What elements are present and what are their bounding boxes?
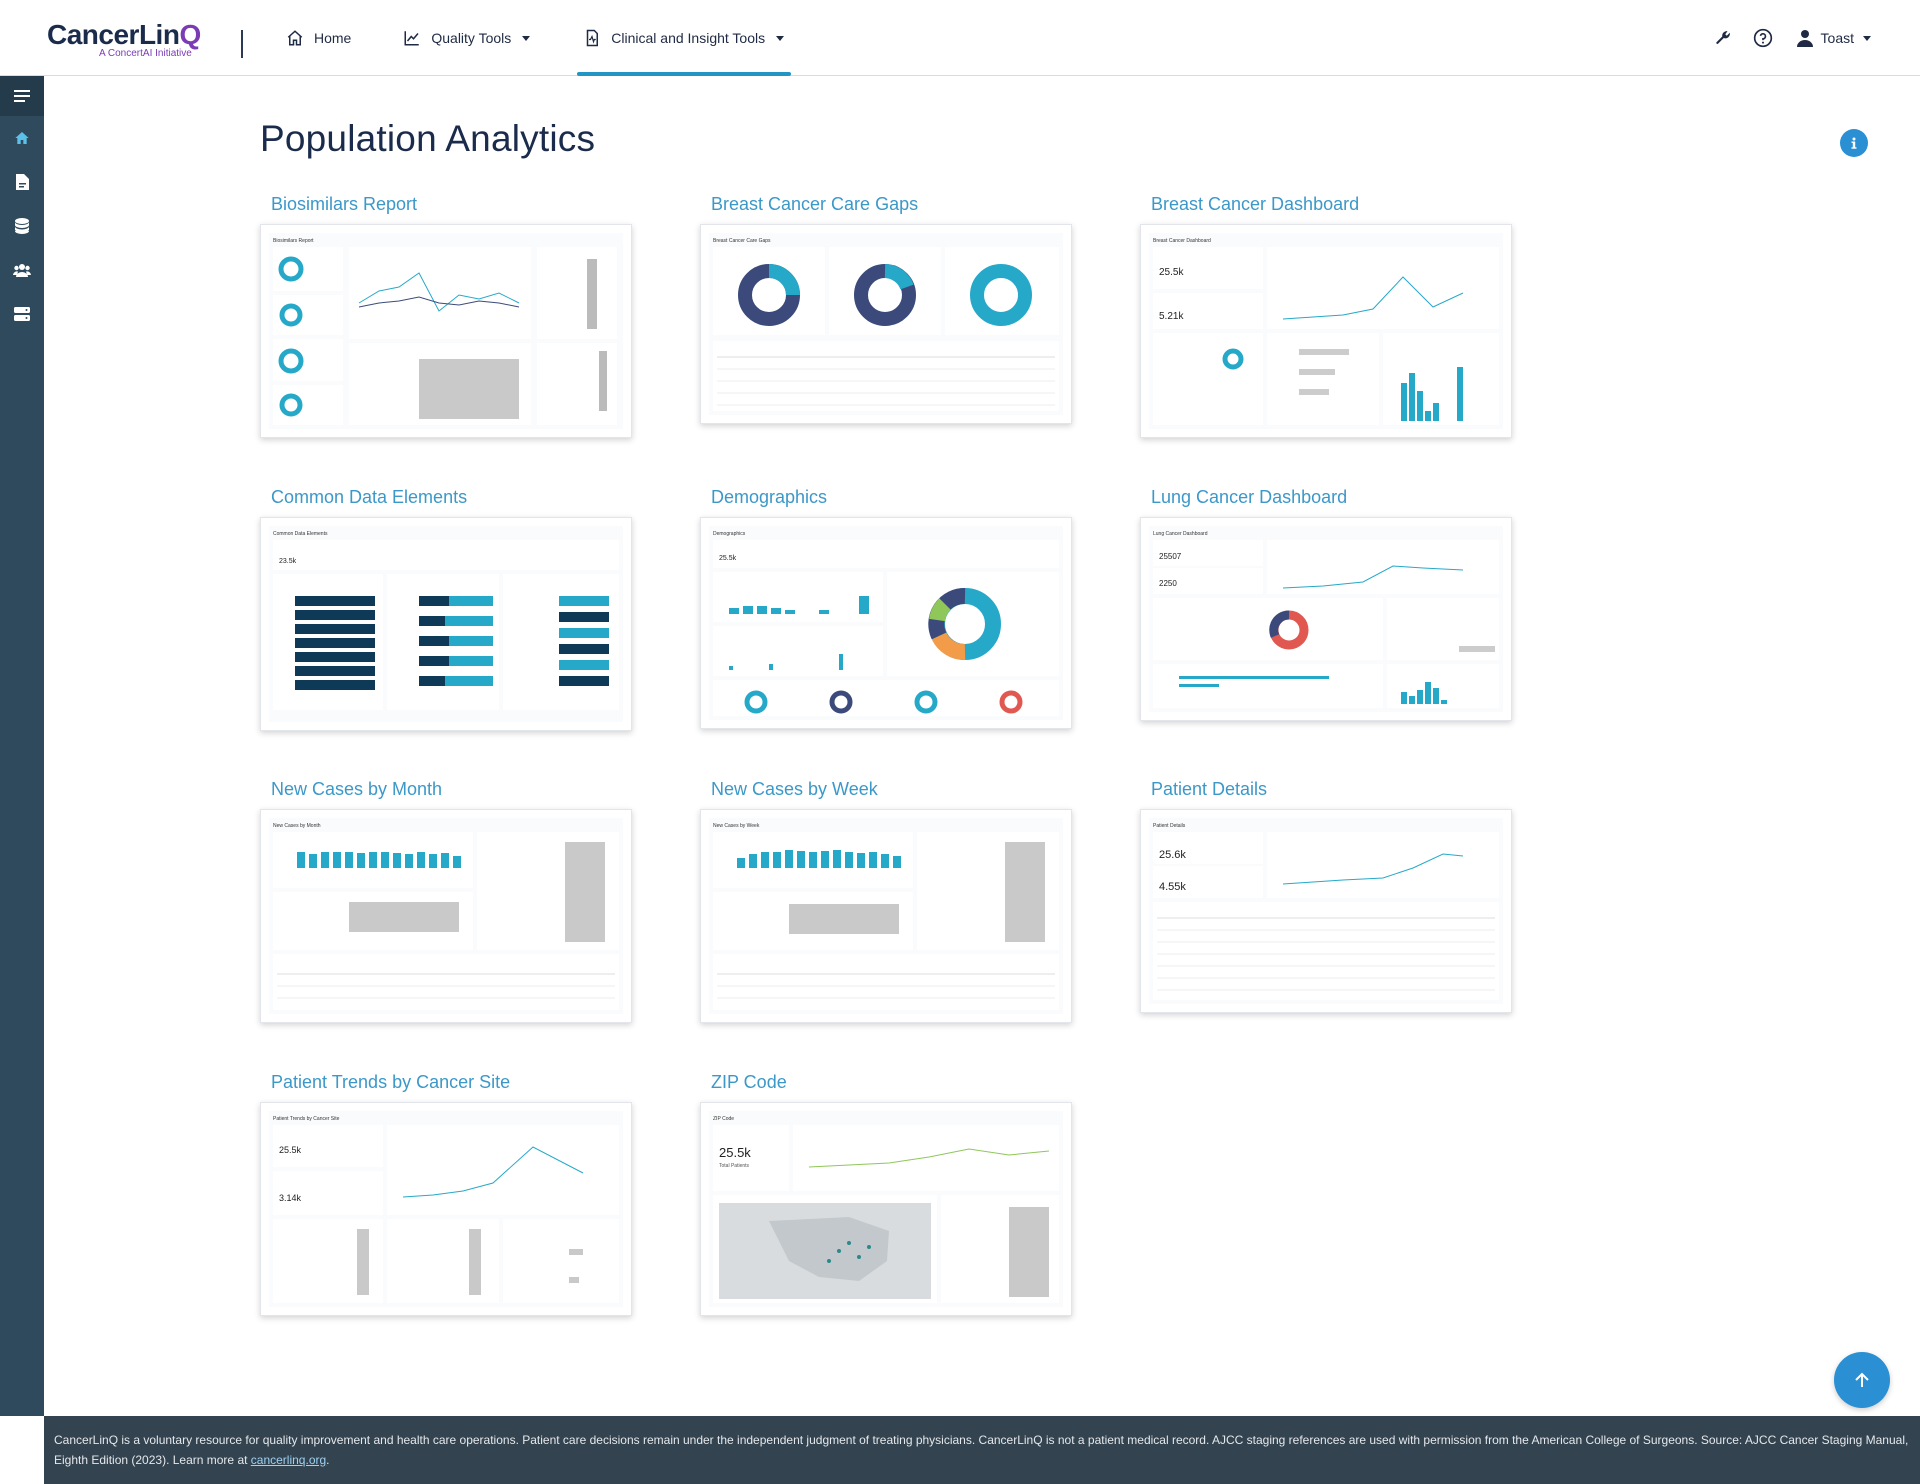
card-title-new-cases-by-week[interactable]: New Cases by Week <box>711 779 878 800</box>
back-to-top-button[interactable] <box>1834 1352 1890 1408</box>
thumb-title: Demographics <box>713 531 746 537</box>
thumb-title: Lung Cancer Dashboard <box>1153 531 1208 537</box>
header-right: Toast <box>1695 0 1872 76</box>
card-patient-details[interactable]: Patient Details 25.6k 4.55k <box>1140 809 1512 1013</box>
document-icon[interactable] <box>0 160 44 204</box>
card-biosimilars-report[interactable]: Biosimilars Report <box>260 224 632 438</box>
thumb-title: New Cases by Month <box>273 823 321 829</box>
card-title-common-data-elements[interactable]: Common Data Elements <box>271 487 467 508</box>
thumb-title: New Cases by Week <box>713 823 760 829</box>
card-title-lung-cancer-dashboard[interactable]: Lung Cancer Dashboard <box>1151 487 1347 508</box>
thumb-stat-total: 25.5k <box>719 555 737 562</box>
card-title-new-cases-by-month[interactable]: New Cases by Month <box>271 779 442 800</box>
wrench-icon[interactable] <box>1711 26 1735 50</box>
card-title-zip-code[interactable]: ZIP Code <box>711 1072 787 1093</box>
nav-home-label: Home <box>314 30 352 46</box>
biosimilars-report-thumbnail: Biosimilars Report <box>269 233 623 429</box>
patient-details-thumbnail: Patient Details 25.6k 4.55k <box>1149 818 1503 1004</box>
common-data-elements-thumbnail: Common Data Elements 23.5k <box>269 526 623 722</box>
card-new-cases-by-week[interactable]: New Cases by Week <box>700 809 1072 1023</box>
card-patient-trends-by-cancer-site[interactable]: Patient Trends by Cancer Site 25.5k 3.14… <box>260 1102 632 1316</box>
nav-home[interactable]: Home <box>276 0 361 76</box>
new-cases-by-week-thumbnail: New Cases by Week <box>709 818 1063 1014</box>
thumb-title: Patient Details <box>1153 823 1186 829</box>
page-title: Population Analytics <box>260 118 596 159</box>
users-icon[interactable] <box>0 248 44 292</box>
logo-subtitle: A ConcertAI Initiative <box>99 48 192 59</box>
patient-trends-thumbnail: Patient Trends by Cancer Site 25.5k 3.14… <box>269 1111 623 1307</box>
user-icon <box>1796 30 1813 47</box>
card-title-demographics[interactable]: Demographics <box>711 487 827 508</box>
footer-end: . <box>326 1453 330 1467</box>
thumb-stat-secondary: 4.55k <box>1159 881 1186 893</box>
database-icon[interactable] <box>0 204 44 248</box>
caret-down-icon <box>1863 36 1871 41</box>
thumb-stat-secondary: 2250 <box>1159 579 1177 588</box>
card-demographics[interactable]: Demographics 25.5k <box>700 517 1072 729</box>
card-lung-cancer-dashboard[interactable]: Lung Cancer Dashboard 25507 2250 <box>1140 517 1512 721</box>
card-title-breast-cancer-care-gaps[interactable]: Breast Cancer Care Gaps <box>711 194 918 215</box>
thumb-stat-secondary: 3.14k <box>279 1193 302 1203</box>
thumb-stat-secondary: 5.21k <box>1159 311 1184 322</box>
thumb-title: Breast Cancer Care Gaps <box>713 238 771 244</box>
nav-quality-tools-label: Quality Tools <box>431 30 512 46</box>
zip-code-thumbnail: ZIP Code 25.5k Total Patients <box>709 1111 1063 1307</box>
nav-quality-tools[interactable]: Quality Tools <box>393 0 541 76</box>
arrow-up-icon <box>1855 1372 1869 1387</box>
new-cases-by-month-thumbnail: New Cases by Month <box>269 818 623 1014</box>
card-title-biosimilars-report[interactable]: Biosimilars Report <box>271 194 417 215</box>
user-name: Toast <box>1820 30 1854 46</box>
breast-cancer-care-gaps-thumbnail: Breast Cancer Care Gaps <box>709 233 1063 415</box>
nav-clinical-insight-tools[interactable]: Clinical and Insight Tools <box>573 0 795 76</box>
top-header: CancerLinQ A ConcertAI Initiative Home Q… <box>0 0 1920 76</box>
card-breast-cancer-care-gaps[interactable]: Breast Cancer Care Gaps <box>700 224 1072 424</box>
thumb-title: Breast Cancer Dashboard <box>1153 238 1211 244</box>
chart-line-icon <box>404 31 420 46</box>
nav-clinical-insight-tools-label: Clinical and Insight Tools <box>611 30 766 46</box>
thumb-stat-total: 25.5k <box>1159 267 1184 278</box>
thumb-stat-total: 23.5k <box>279 558 297 565</box>
left-sidebar <box>0 76 44 1416</box>
thumb-title: Biosimilars Report <box>273 238 314 244</box>
footer-disclaimer: CancerLinQ is a voluntary resource for q… <box>54 1433 1909 1467</box>
footer: CancerLinQ is a voluntary resource for q… <box>44 1416 1920 1484</box>
caret-down-icon <box>522 36 531 41</box>
card-title-patient-trends-by-cancer-site[interactable]: Patient Trends by Cancer Site <box>271 1072 510 1093</box>
lung-cancer-dashboard-thumbnail: Lung Cancer Dashboard 25507 2250 <box>1149 526 1503 712</box>
info-icon[interactable] <box>1840 129 1868 157</box>
breast-cancer-dashboard-thumbnail: Breast Cancer Dashboard 25.5k 5.21k <box>1149 233 1503 429</box>
report-icon <box>587 29 599 47</box>
help-icon[interactable] <box>1751 26 1775 50</box>
card-new-cases-by-month[interactable]: New Cases by Month <box>260 809 632 1023</box>
card-breast-cancer-dashboard[interactable]: Breast Cancer Dashboard 25.5k 5.21k <box>1140 224 1512 438</box>
card-common-data-elements[interactable]: Common Data Elements 23.5k <box>260 517 632 731</box>
card-title-breast-cancer-dashboard[interactable]: Breast Cancer Dashboard <box>1151 194 1359 215</box>
home-icon <box>287 30 303 46</box>
menu-icon[interactable] <box>0 76 44 116</box>
thumb-stat-total: 25.5k <box>719 1145 751 1160</box>
server-icon[interactable] <box>0 292 44 336</box>
caret-down-icon <box>776 36 785 41</box>
home-icon[interactable] <box>0 116 44 160</box>
footer-link-cancerlinq[interactable]: cancerlinq.org <box>251 1453 326 1467</box>
card-zip-code[interactable]: ZIP Code 25.5k Total Patients <box>700 1102 1072 1316</box>
logo-text: CancerLin <box>47 19 180 50</box>
demographics-thumbnail: Demographics 25.5k <box>709 526 1063 720</box>
user-menu[interactable]: Toast <box>1796 29 1872 47</box>
cancerlinq-logo[interactable]: CancerLinQ A ConcertAI Initiative <box>47 19 201 60</box>
thumb-title: ZIP Code <box>713 1116 734 1122</box>
card-title-patient-details[interactable]: Patient Details <box>1151 779 1267 800</box>
header-divider <box>241 30 243 58</box>
thumb-title: Common Data Elements <box>273 531 328 537</box>
thumb-stat-total: 25507 <box>1159 552 1182 561</box>
thumb-stat-label: Total Patients <box>719 1163 750 1169</box>
thumb-stat-total: 25.5k <box>279 1145 302 1155</box>
thumb-stat-total: 25.6k <box>1159 849 1186 861</box>
thumb-title: Patient Trends by Cancer Site <box>273 1116 340 1122</box>
main-nav: Home Quality Tools Clinical and Insight … <box>276 0 827 76</box>
logo-text-q: Q <box>179 19 201 50</box>
